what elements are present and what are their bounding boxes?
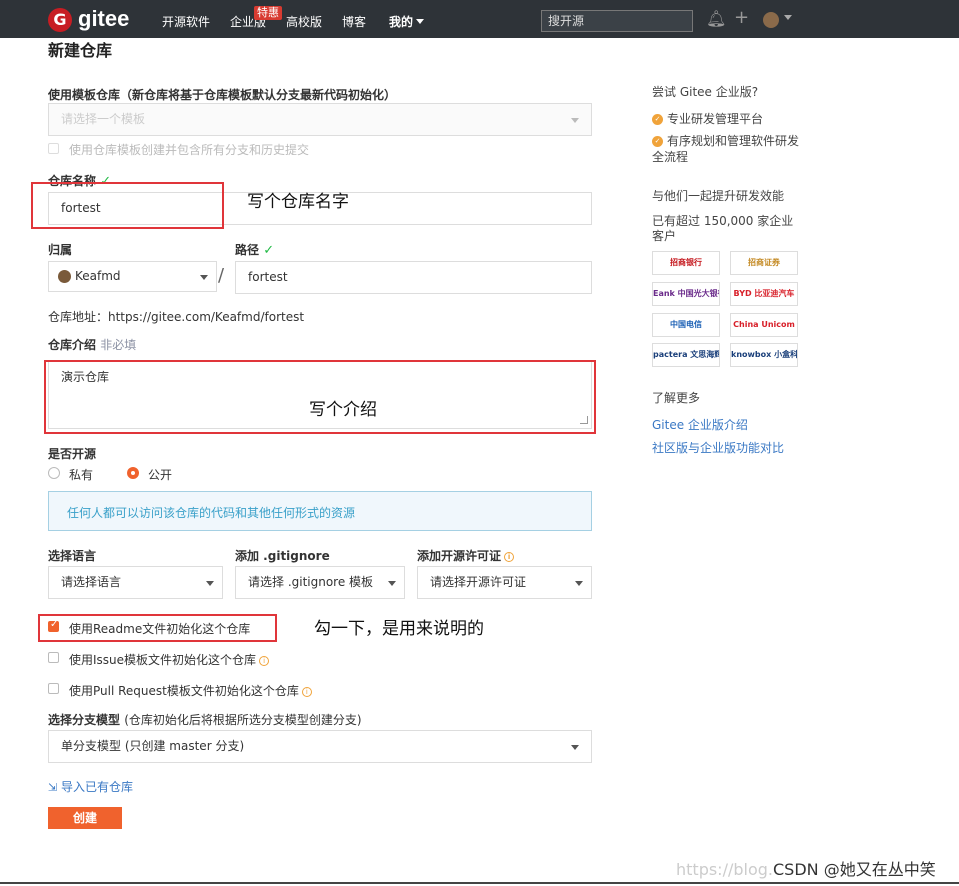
info-icon: i <box>259 656 269 666</box>
info-icon: i <box>504 552 514 562</box>
branch-model-label: 选择分支模型 (仓库初始化后将根据所选分支模型创建分支) <box>48 711 362 728</box>
owner-select[interactable]: Keafmd <box>48 261 217 292</box>
intro-label: 仓库介绍 非必填 <box>48 336 136 353</box>
customers-text: 已有超过 150,000 家企业客户 <box>652 214 802 244</box>
feature-item: ✓专业研发管理平台 <box>652 110 763 127</box>
chevron-down-icon <box>571 118 579 123</box>
customer-logo: 中国电信 <box>652 313 720 337</box>
import-repo-link[interactable]: ⇲ 导入已有仓库 <box>48 778 133 795</box>
template-history-checkbox[interactable] <box>48 143 59 154</box>
owner-label: 归属 <box>48 241 72 258</box>
annotation-box-readme <box>38 614 277 642</box>
improve-title: 与他们一起提升研发效能 <box>652 187 784 204</box>
nav-search-input[interactable]: 搜开源 <box>541 10 693 32</box>
annotation-box-name <box>31 182 224 229</box>
check-icon: ✓ <box>652 114 663 125</box>
chevron-down-icon <box>571 745 579 750</box>
plus-icon[interactable]: + <box>734 7 749 28</box>
annotation-readme-note: 勾一下，是用来说明的 <box>314 614 484 639</box>
avatar-caret-icon[interactable] <box>784 15 792 20</box>
branch-model-value: 单分支模型 (只创建 master 分支) <box>61 739 244 753</box>
license-value: 请选择开源许可证 <box>430 575 526 589</box>
pr-checkbox[interactable] <box>48 683 59 694</box>
public-notice-banner: 任何人都可以访问该仓库的代码和其他任何形式的资源 <box>48 491 592 531</box>
chevron-down-icon <box>206 581 214 586</box>
create-button[interactable]: 创建 <box>48 807 122 829</box>
chevron-down-icon <box>200 275 208 280</box>
template-select[interactable]: 请选择一个模板 <box>48 103 592 136</box>
issue-label: 使用Issue模板文件初始化这个仓库i <box>69 651 269 668</box>
promo-badge: 特惠 <box>254 6 282 20</box>
info-icon: i <box>302 687 312 697</box>
private-radio[interactable] <box>48 467 60 479</box>
learn-more-title: 了解更多 <box>652 389 700 406</box>
template-placeholder: 请选择一个模板 <box>61 112 145 126</box>
nav-mine-caret-icon <box>416 19 424 24</box>
watermark: https://blog.CSDN @她又在丛中笑 <box>676 856 936 880</box>
customer-logo: pactera 文思海辉 <box>652 343 720 367</box>
check-icon: ✓ <box>652 136 663 147</box>
branch-model-select[interactable]: 单分支模型 (只创建 master 分支) <box>48 730 592 763</box>
path-separator: / <box>218 265 224 286</box>
template-label: 使用模板仓库（新仓库将基于仓库模板默认分支最新代码初始化） <box>48 86 396 103</box>
license-select[interactable]: 请选择开源许可证 <box>417 566 592 599</box>
chevron-down-icon <box>575 581 583 586</box>
customer-logo: 招商银行 <box>652 251 720 275</box>
nav-blog[interactable]: 博客 <box>342 13 366 30</box>
private-label: 私有 <box>69 466 93 483</box>
try-enterprise-text: 尝试 Gitee 企业版? <box>652 83 758 100</box>
path-input[interactable]: fortest <box>235 261 592 294</box>
gitignore-select[interactable]: 请选择 .gitignore 模板 <box>235 566 405 599</box>
enterprise-intro-link[interactable]: Gitee 企业版介绍 <box>652 416 748 433</box>
annotation-intro-note: 写个介绍 <box>309 395 377 420</box>
import-icon: ⇲ <box>48 781 57 794</box>
annotation-name-note: 写个仓库名字 <box>247 187 349 212</box>
bell-icon[interactable]: 🔔︎ <box>706 9 726 28</box>
gitignore-value: 请选择 .gitignore 模板 <box>248 575 373 589</box>
top-navbar: G gitee 开源软件 企业版 特惠 高校版 博客 我的 搜开源 🔔︎ + <box>0 0 959 38</box>
check-icon: ✓ <box>263 243 274 258</box>
customer-logo: 招商证券 <box>730 251 798 275</box>
customer-logo: BYD 比亚迪汽车 <box>730 282 798 306</box>
repo-address: 仓库地址：https://gitee.com/Keafmd/fortest <box>48 308 304 325</box>
pr-label: 使用Pull Request模板文件初始化这个仓库i <box>69 682 312 699</box>
page-title: 新建仓库 <box>48 37 112 61</box>
customer-logo: China Unicom <box>730 313 798 337</box>
customer-logo: Eank 中国光大银行 <box>652 282 720 306</box>
user-avatar[interactable] <box>763 12 779 28</box>
bottom-divider <box>0 882 959 884</box>
chevron-down-icon <box>388 581 396 586</box>
owner-value: Keafmd <box>75 269 121 283</box>
nav-open-source[interactable]: 开源软件 <box>162 13 210 30</box>
language-label: 选择语言 <box>48 547 96 564</box>
gitee-logo-icon[interactable]: G <box>48 8 72 32</box>
compare-editions-link[interactable]: 社区版与企业版功能对比 <box>652 439 784 456</box>
language-value: 请选择语言 <box>61 575 121 589</box>
owner-avatar <box>58 270 71 283</box>
nav-mine[interactable]: 我的 <box>389 13 413 30</box>
path-label: 路径 ✓ <box>235 241 274 258</box>
open-source-label: 是否开源 <box>48 445 96 462</box>
gitignore-label: 添加 .gitignore <box>235 547 330 564</box>
public-radio[interactable] <box>127 467 139 479</box>
gitee-logo-text[interactable]: gitee <box>78 6 129 32</box>
public-label: 公开 <box>148 466 172 483</box>
template-history-label: 使用仓库模板创建并包含所有分支和历史提交 <box>69 141 309 158</box>
language-select[interactable]: 请选择语言 <box>48 566 223 599</box>
license-label: 添加开源许可证i <box>417 547 514 564</box>
nav-university[interactable]: 高校版 <box>286 13 322 30</box>
feature-item: ✓有序规划和管理软件研发全流程 <box>652 133 802 165</box>
customer-logo: knowbox 小盒科技 <box>730 343 798 367</box>
issue-checkbox[interactable] <box>48 652 59 663</box>
